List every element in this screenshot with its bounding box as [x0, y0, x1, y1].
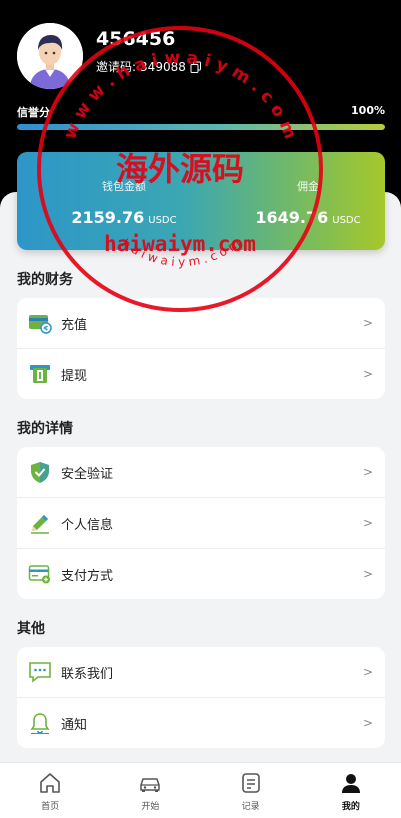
invite-code: 349088: [140, 59, 186, 74]
tab-start[interactable]: 开始: [100, 763, 200, 818]
avatar[interactable]: [17, 23, 83, 89]
credit-label: 信誉分: [17, 106, 50, 119]
section-title-finance: 我的财务: [17, 272, 73, 288]
menu-item-label: 联系我们: [61, 666, 114, 682]
wallet-balance-amount: 2159.76 USDC: [59, 208, 189, 227]
wallet-commission-amount: 1649.76 USDC: [243, 208, 373, 227]
section-title-other: 其他: [17, 621, 45, 637]
chat-bubble-icon: [27, 659, 53, 685]
menu-item-label: 通知: [61, 717, 88, 733]
copy-icon[interactable]: [190, 61, 202, 73]
wallet-commission-label: 佣金: [297, 180, 319, 193]
records-icon: [241, 773, 260, 793]
other-card: 联系我们 > 通知 >: [17, 647, 385, 748]
invite-label: 邀请码:: [96, 60, 137, 74]
section-title-details: 我的详情: [17, 421, 73, 437]
tab-mine[interactable]: 我的: [301, 763, 401, 818]
tab-label: 我的: [341, 802, 360, 812]
wallet-commission-value: 1649.76: [255, 208, 329, 227]
wallet-card[interactable]: 钱包金额 2159.76 USDC 佣金 1649.76 USDC: [17, 152, 385, 250]
recharge-card-icon: [27, 310, 53, 336]
menu-item-label: 支付方式: [61, 568, 114, 584]
menu-item-payment-method[interactable]: 支付方式 >: [17, 549, 385, 599]
user-id: 456456: [96, 28, 176, 50]
shield-check-icon: [27, 459, 53, 485]
wallet-balance-label: 钱包金额: [102, 180, 146, 193]
wallet-commission-unit: USDC: [332, 215, 361, 226]
menu-item-withdraw[interactable]: 提现 >: [17, 349, 385, 399]
wallet-balance-value: 2159.76: [71, 208, 145, 227]
menu-item-notifications[interactable]: 通知 >: [17, 698, 385, 748]
menu-item-security[interactable]: 安全验证 >: [17, 447, 385, 498]
menu-item-recharge[interactable]: 充值 >: [17, 298, 385, 349]
user-icon: [341, 774, 360, 793]
bell-icon: [27, 710, 53, 736]
credit-score-row: 信誉分 100%: [17, 104, 385, 120]
invite-code-row: 邀请码: 349088: [96, 58, 202, 75]
payment-card-icon: [27, 561, 53, 587]
chevron-right-icon: >: [362, 567, 373, 581]
menu-item-contact-us[interactable]: 联系我们 >: [17, 647, 385, 698]
chevron-right-icon: >: [362, 665, 373, 679]
tab-records[interactable]: 记录: [201, 763, 301, 818]
details-card: 安全验证 > 个人信息 > 支付方式 >: [17, 447, 385, 599]
user-avatar-icon: [17, 23, 83, 89]
menu-item-label: 个人信息: [61, 517, 114, 533]
car-icon: [140, 778, 161, 792]
pencil-icon: [27, 510, 53, 536]
credit-value: 100%: [351, 104, 385, 117]
wallet-balance-unit: USDC: [148, 215, 177, 226]
menu-item-label: 充值: [61, 317, 88, 333]
credit-progress-fill: [17, 124, 385, 130]
menu-item-personal-info[interactable]: 个人信息 >: [17, 498, 385, 549]
credit-progress-bar: [17, 124, 385, 130]
finance-card: 充值 > 提现 >: [17, 298, 385, 399]
tab-label: 首页: [41, 802, 60, 812]
bottom-tab-bar: 首页 开始 记录 我的: [0, 762, 401, 818]
chevron-right-icon: >: [362, 516, 373, 530]
wallet-balance: 钱包金额 2159.76 USDC: [59, 178, 189, 227]
menu-item-label: 安全验证: [61, 466, 114, 482]
chevron-right-icon: >: [362, 316, 373, 330]
tab-label: 记录: [241, 802, 260, 812]
tab-home[interactable]: 首页: [0, 763, 100, 818]
withdraw-atm-icon: [27, 361, 53, 387]
menu-item-label: 提现: [61, 368, 88, 384]
chevron-right-icon: >: [362, 465, 373, 479]
home-icon: [40, 773, 60, 793]
chevron-right-icon: >: [362, 716, 373, 730]
chevron-right-icon: >: [362, 367, 373, 381]
tab-label: 开始: [141, 802, 160, 812]
wallet-commission: 佣金 1649.76 USDC: [243, 178, 373, 227]
